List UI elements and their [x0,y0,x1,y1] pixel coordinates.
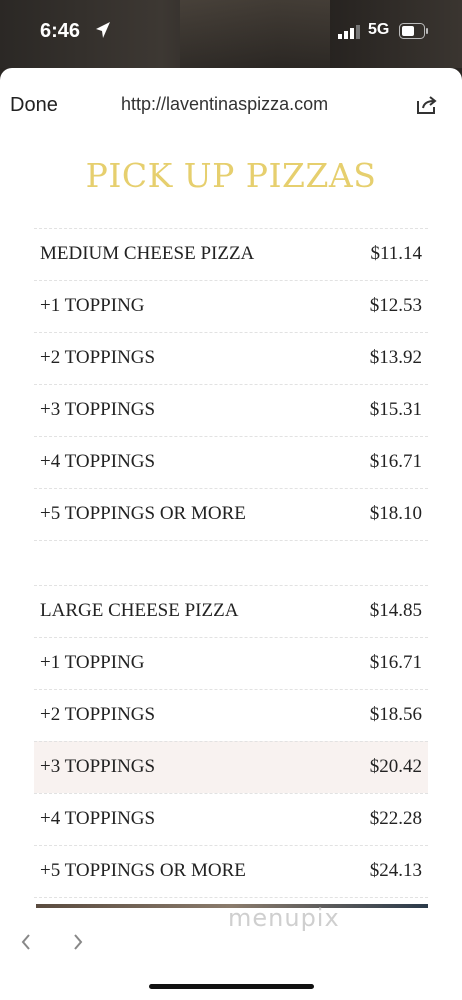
item-price: $15.31 [369,399,422,420]
menu-bottom-divider [34,897,428,898]
item-name: +5 TOPPINGS OR MORE [40,860,246,881]
item-price: $16.71 [369,652,422,673]
item-name: +5 TOPPINGS OR MORE [40,503,246,524]
item-price: $13.92 [369,347,422,368]
done-button[interactable]: Done [10,94,58,117]
menu-list: MEDIUM CHEESE PIZZA $11.14 +1 TOPPING $1… [34,228,428,898]
item-price: $24.13 [369,860,422,881]
item-name: +3 TOPPINGS [40,399,156,420]
item-name: +2 TOPPINGS [40,704,156,725]
page-title: PICK UP PIZZAS [85,156,377,195]
item-price: $18.56 [369,704,422,725]
menu-row: +2 TOPPINGS $18.56 [34,689,428,741]
item-name: +1 TOPPING [40,295,145,316]
home-indicator[interactable] [149,984,314,989]
menu-row: +5 TOPPINGS OR MORE $24.13 [34,845,428,897]
browser-sheet: Done http://laventinaspizza.com PICK UP … [0,68,462,1000]
menu-row-highlighted: +3 TOPPINGS $20.42 [34,741,428,793]
status-time: 6:46 [40,20,81,42]
item-price: $16.71 [369,451,422,472]
menu-row: LARGE CHEESE PIZZA $14.85 [34,585,428,637]
item-name: LARGE CHEESE PIZZA [40,600,239,621]
url-label: http://laventinaspizza.com [121,94,329,114]
item-name: +1 TOPPING [40,652,145,673]
location-arrow-icon [96,22,110,38]
item-name: MEDIUM CHEESE PIZZA [40,243,255,264]
menu-row: MEDIUM CHEESE PIZZA $11.14 [34,228,428,280]
group-divider [34,540,428,585]
menu-row: +1 TOPPING $16.71 [34,637,428,689]
background-photo [180,0,330,68]
menu-row: +4 TOPPINGS $22.28 [34,793,428,845]
menu-row: +4 TOPPINGS $16.71 [34,436,428,488]
browser-navbar: Done http://laventinaspizza.com [0,68,462,144]
share-icon[interactable] [416,95,438,115]
item-price: $14.85 [369,600,422,621]
item-name: +3 TOPPINGS [40,756,156,777]
item-price: $20.42 [369,756,422,777]
menu-row: +3 TOPPINGS $15.31 [34,384,428,436]
network-label: 5G [368,21,390,38]
chevron-left-icon[interactable] [18,932,34,952]
item-price: $18.10 [369,503,422,524]
signal-icon [338,25,360,39]
menu-row: +2 TOPPINGS $13.92 [34,332,428,384]
menu-row: +1 TOPPING $12.53 [34,280,428,332]
item-name: +4 TOPPINGS [40,451,156,472]
item-price: $22.28 [369,808,422,829]
chevron-right-icon[interactable] [70,932,86,952]
battery-icon [399,23,428,39]
item-price: $12.53 [369,295,422,316]
menu-row: +5 TOPPINGS OR MORE $18.10 [34,488,428,540]
watermark: menupix [228,904,340,932]
status-bar: 6:46 5G [0,0,462,68]
item-name: +2 TOPPINGS [40,347,156,368]
item-name: +4 TOPPINGS [40,808,156,829]
item-price: $11.14 [370,243,422,264]
